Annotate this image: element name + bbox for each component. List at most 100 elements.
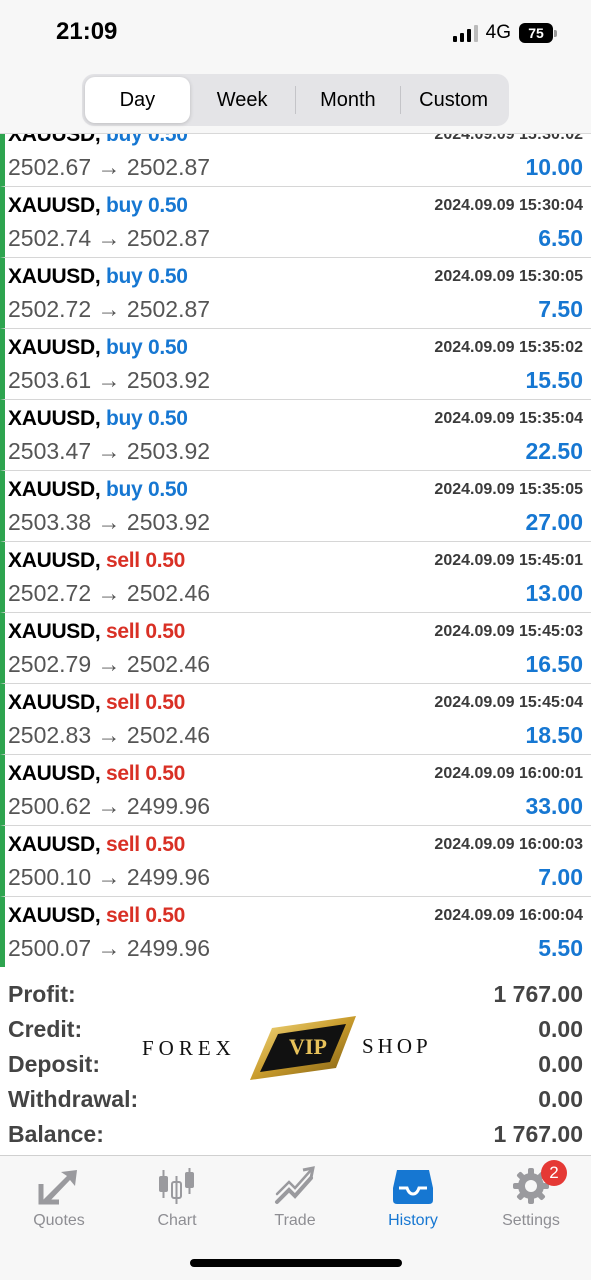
deal-time: 2024.09.09 16:00:03 (434, 836, 583, 853)
deal-side: sell (105, 833, 140, 856)
tab-week[interactable]: Week (190, 77, 295, 123)
deal-volume: 0.50 (145, 762, 186, 785)
deal-symbol: XAUUSD, (8, 336, 101, 359)
deal-symbol: XAUUSD, (8, 134, 101, 146)
watermark-forex-text: FOREX (142, 1036, 236, 1060)
tab-chart[interactable]: Chart (127, 1166, 227, 1246)
deal-symbol: XAUUSD, (8, 691, 101, 714)
deal-row[interactable]: XAUUSD, buy 0.50 2503.47 → 2503.92 2024.09… (0, 400, 591, 471)
deal-side: buy (105, 134, 143, 146)
summary-label: Profit: (8, 981, 76, 1007)
deal-time: 2024.09.09 15:35:02 (434, 339, 583, 356)
deal-title: XAUUSD, sell 0.50 (8, 833, 185, 857)
deal-side: buy (105, 194, 143, 217)
summary-value: 0.00 (538, 1016, 583, 1042)
deal-time: 2024.09.09 15:30:04 (434, 197, 583, 214)
tab-month[interactable]: Month (296, 77, 401, 123)
watermark-shop-text: SHOP (362, 1034, 432, 1058)
deal-title: XAUUSD, sell 0.50 (8, 691, 185, 715)
deal-symbol: XAUUSD, (8, 620, 101, 643)
deal-row[interactable]: XAUUSD, sell 0.50 2500.10 → 2499.96 2024.0… (0, 826, 591, 897)
home-indicator[interactable] (190, 1259, 402, 1267)
deal-prices: 2502.79 → 2502.46 (8, 651, 211, 677)
deal-volume: 0.50 (145, 620, 186, 643)
deal-profit: 7.00 (538, 864, 583, 890)
deals-list-content: XAUUSD, buy 0.50 2502.67 → 2502.87 2024.09… (0, 134, 591, 967)
status-time: 21:09 (56, 18, 118, 45)
deal-volume: 0.50 (147, 265, 188, 288)
tab-trade[interactable]: Trade (245, 1166, 345, 1246)
summary-row-withdrawal: Withdrawal: 0.00 (0, 1086, 591, 1121)
deal-volume: 0.50 (147, 134, 188, 146)
deal-prices: 2503.61 → 2503.92 (8, 367, 211, 393)
deal-side: buy (105, 478, 143, 501)
deal-prices: 2503.47 → 2503.92 (8, 438, 211, 464)
deal-title: XAUUSD, buy 0.50 (8, 134, 188, 147)
deal-side: sell (105, 691, 140, 714)
deal-time: 2024.09.09 15:45:04 (434, 694, 583, 711)
deal-profit: 7.50 (538, 296, 583, 322)
deal-time: 2024.09.09 16:00:04 (434, 907, 583, 924)
deal-row[interactable]: XAUUSD, buy 0.50 2502.72 → 2502.87 2024.09… (0, 258, 591, 329)
deal-side: buy (105, 407, 143, 430)
deal-title: XAUUSD, buy 0.50 (8, 407, 188, 431)
deal-row[interactable]: XAUUSD, buy 0.50 2502.74 → 2502.87 2024.09… (0, 187, 591, 258)
tab-label: Chart (157, 1212, 197, 1229)
deal-title: XAUUSD, buy 0.50 (8, 478, 188, 502)
summary-label: Credit: (8, 1016, 83, 1042)
tab-settings[interactable]: 2 Settings (481, 1160, 581, 1246)
deal-prices: 2500.62 → 2499.96 (8, 793, 211, 819)
deal-profit: 22.50 (525, 438, 583, 464)
deal-side: sell (105, 762, 140, 785)
deal-volume: 0.50 (147, 407, 188, 430)
deal-prices: 2502.74 → 2502.87 (8, 225, 211, 251)
deal-title: XAUUSD, buy 0.50 (8, 336, 188, 360)
deal-prices: 2502.83 → 2502.46 (8, 722, 211, 748)
battery-icon: 75 (519, 23, 557, 43)
deal-row[interactable]: XAUUSD, buy 0.50 2503.61 → 2503.92 2024.09… (0, 329, 591, 400)
deal-profit: 33.00 (525, 793, 583, 819)
signal-strength-icon (452, 24, 478, 42)
deal-symbol: XAUUSD, (8, 762, 101, 785)
network-type: 4G (485, 22, 511, 43)
deal-row[interactable]: XAUUSD, sell 0.50 2502.83 → 2502.46 2024.0… (0, 684, 591, 755)
deal-title: XAUUSD, sell 0.50 (8, 904, 185, 928)
tab-label: Trade (274, 1212, 316, 1229)
summary-value: 0.00 (538, 1086, 583, 1112)
trade-trend-icon (275, 1166, 315, 1204)
deal-volume: 0.50 (147, 478, 188, 501)
deal-side: buy (105, 265, 143, 288)
deals-list[interactable]: XAUUSD, buy 0.50 2502.67 → 2502.87 2024.09… (0, 134, 591, 967)
tab-history[interactable]: History (363, 1166, 463, 1246)
deal-title: XAUUSD, sell 0.50 (8, 549, 185, 573)
quotes-arrows-icon (38, 1170, 77, 1205)
deal-prices: 2503.38 → 2503.92 (8, 509, 211, 535)
deal-side: buy (105, 336, 143, 359)
tab-label: Settings (502, 1212, 560, 1229)
deal-profit: 18.50 (525, 722, 583, 748)
period-selector-bar: Day Week Month Custom (0, 70, 591, 134)
deal-time: 2024.09.09 15:35:04 (434, 410, 583, 427)
tab-day[interactable]: Day (85, 77, 190, 123)
deal-time: 2024.09.09 15:45:03 (434, 623, 583, 640)
deal-row[interactable]: XAUUSD, sell 0.50 2502.72 → 2502.46 2024.0… (0, 542, 591, 613)
deal-title: XAUUSD, buy 0.50 (8, 265, 188, 289)
tab-label: History (388, 1212, 438, 1229)
deal-row[interactable]: XAUUSD, sell 0.50 2502.79 → 2502.46 2024.0… (0, 613, 591, 684)
tab-custom[interactable]: Custom (401, 77, 506, 123)
deal-row[interactable]: XAUUSD, buy 0.50 2502.67 → 2502.87 2024.09… (0, 134, 591, 187)
tab-quotes[interactable]: Quotes (9, 1166, 109, 1246)
deal-row[interactable]: XAUUSD, buy 0.50 2503.38 → 2503.92 2024.09… (0, 471, 591, 542)
summary-label: Deposit: (8, 1051, 100, 1077)
deal-row[interactable]: XAUUSD, sell 0.50 2500.62 → 2499.96 2024.0… (0, 755, 591, 826)
deal-symbol: XAUUSD, (8, 833, 101, 856)
deal-row[interactable]: XAUUSD, sell 0.50 2500.07 → 2499.96 2024.0… (0, 897, 591, 967)
deal-time: 2024.09.09 15:45:01 (434, 552, 583, 569)
deal-profit: 27.00 (525, 509, 583, 535)
deal-profit: 10.00 (525, 154, 583, 180)
deal-title: XAUUSD, sell 0.50 (8, 620, 185, 644)
deal-side: sell (105, 549, 140, 572)
vip-badge-logo: VIP (244, 1014, 362, 1084)
deal-profit: 15.50 (525, 367, 583, 393)
deal-symbol: XAUUSD, (8, 265, 101, 288)
